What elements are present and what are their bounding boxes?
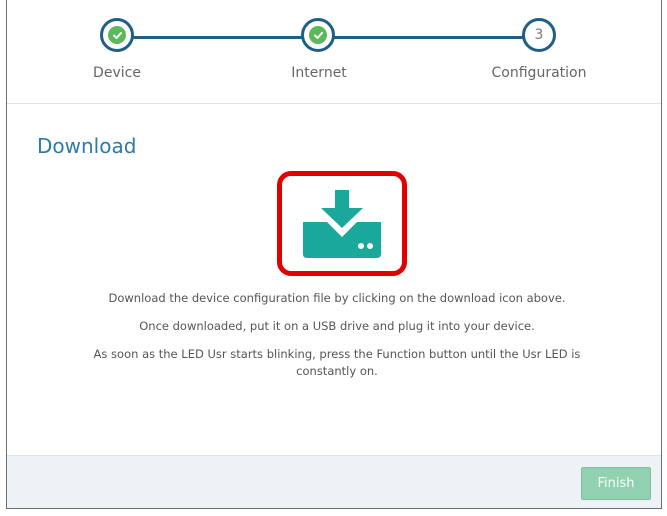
instruction-line-1: Download the device configuration file b… — [108, 291, 566, 305]
step-label-device: Device — [93, 65, 141, 81]
download-button[interactable] — [277, 171, 407, 276]
wizard-frame: 3 Device Internet Configuration Download… — [6, 0, 662, 509]
instruction-line-2: Once downloaded, put it on a USB drive a… — [139, 319, 535, 333]
check-icon — [108, 26, 126, 44]
wizard-footer: Finish — [7, 455, 661, 508]
step-number: 3 — [534, 27, 544, 43]
step-internet-marker — [301, 18, 335, 52]
step-label-internet: Internet — [291, 65, 347, 81]
panel-title: Download — [37, 134, 137, 158]
instructions: Download the device configuration file b… — [67, 290, 607, 391]
step-device-marker — [100, 18, 134, 52]
stepper-line-1 — [131, 36, 304, 39]
step-configuration-marker: 3 — [522, 18, 556, 52]
download-to-drive-icon — [303, 189, 381, 258]
check-icon — [309, 26, 327, 44]
progress-stepper: 3 Device Internet Configuration — [7, 0, 661, 104]
finish-button[interactable]: Finish — [581, 467, 651, 500]
step-label-configuration: Configuration — [491, 65, 587, 81]
stepper-line-2 — [332, 36, 537, 39]
instruction-line-3: As soon as the LED Usr starts blinking, … — [93, 347, 581, 378]
